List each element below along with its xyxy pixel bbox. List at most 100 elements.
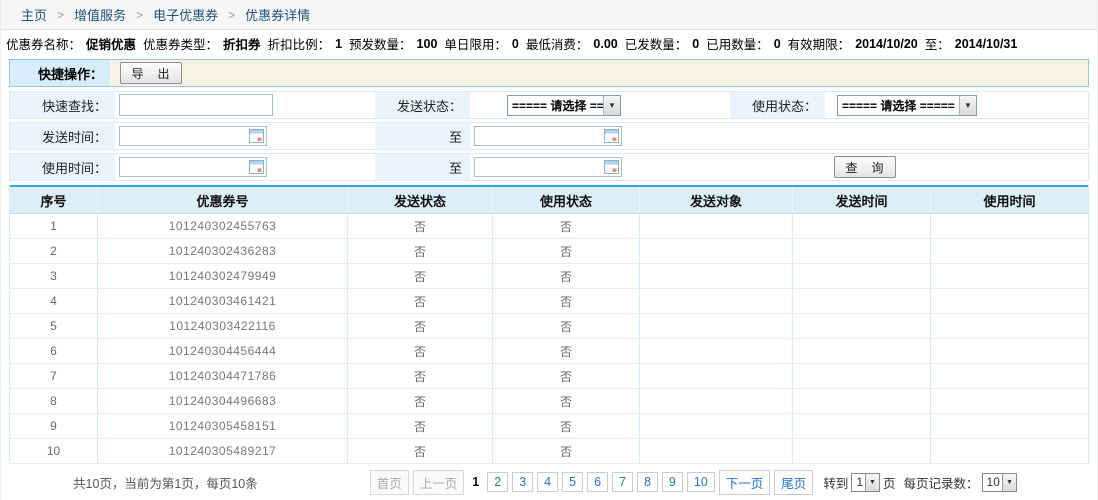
cell-index: 8 (10, 389, 97, 413)
send-status-select[interactable]: ===== 请选择 ===== ▼ (507, 95, 621, 116)
page-link-4[interactable]: 4 (537, 472, 558, 492)
info-valid-from: 有效期限：2014/10/20 (788, 34, 918, 53)
per-page-label: 每页记录数： (904, 473, 979, 492)
breadcrumb-coupon-detail: 优惠券详情 (245, 5, 310, 24)
send-time-from-input[interactable] (120, 127, 249, 145)
breadcrumb-home[interactable]: 主页 (21, 5, 47, 24)
info-value: 0.00 (593, 37, 617, 51)
info-label: 有效期限： (788, 34, 851, 53)
use-time-from-picker (119, 157, 267, 177)
breadcrumb-e-coupon[interactable]: 电子优惠券 (153, 5, 218, 24)
last-page-button[interactable]: 尾页 (774, 470, 813, 495)
page-link-3[interactable]: 3 (512, 472, 533, 492)
cell-send-status: 否 (347, 239, 492, 263)
info-label: 优惠券类型： (143, 34, 218, 53)
cell-use-time (930, 364, 1088, 388)
use-status-select[interactable]: ===== 请选择 ===== ▼ (837, 95, 977, 116)
use-time-from-cell (115, 154, 375, 180)
cell-coupon-no: 101240304496683 (97, 389, 347, 413)
table-row: 6 101240304456444 否 否 (10, 339, 1088, 364)
use-status-cell: ===== 请选择 ===== ▼ (825, 92, 1088, 118)
cell-use-time (930, 264, 1088, 288)
calendar-icon[interactable] (604, 160, 619, 174)
cell-index: 5 (10, 314, 97, 338)
page-link-6[interactable]: 6 (587, 472, 608, 492)
per-page-select[interactable]: 10 ▼ (982, 473, 1017, 492)
use-time-to-picker (474, 157, 622, 177)
table-row: 3 101240302479949 否 否 (10, 264, 1088, 289)
export-button[interactable]: 导 出 (120, 62, 182, 84)
use-status-selected-value: ===== 请选择 ===== (838, 97, 959, 114)
cell-send-time (792, 389, 930, 413)
cell-index: 3 (10, 264, 97, 288)
table-row: 8 101240304496683 否 否 (10, 389, 1088, 414)
cell-send-status: 否 (347, 364, 492, 388)
use-time-from-input[interactable] (120, 158, 249, 176)
page-link-2[interactable]: 2 (487, 472, 508, 492)
prev-page-button[interactable]: 上一页 (413, 470, 465, 495)
cell-coupon-no: 101240302479949 (97, 264, 347, 288)
search-button[interactable]: 查 询 (834, 156, 896, 178)
goto-page-suffix-label: 页 (883, 473, 896, 492)
cell-send-time (792, 239, 930, 263)
dropdown-arrow-icon: ▼ (603, 96, 620, 115)
info-label: 优惠券名称： (6, 34, 81, 53)
page-link-10[interactable]: 10 (687, 472, 715, 492)
send-time-to-picker (474, 126, 622, 146)
calendar-icon[interactable] (249, 129, 264, 143)
quick-search-cell (115, 92, 375, 118)
cell-use-status: 否 (492, 439, 639, 463)
info-label: 已发数量： (625, 34, 688, 53)
send-status-label: 发送状态： (375, 92, 470, 118)
per-page-selected-value: 10 (983, 475, 1002, 489)
breadcrumb-value-added-services[interactable]: 增值服务 (74, 5, 126, 24)
info-value: 1 (335, 37, 342, 51)
dropdown-arrow-icon: ▼ (1002, 474, 1016, 491)
info-discount-ratio: 折扣比例：1 (268, 34, 342, 53)
cell-index: 4 (10, 289, 97, 313)
info-daily-limit: 单日限用：0 (444, 34, 518, 53)
calendar-icon[interactable] (249, 160, 264, 174)
header-send-status: 发送状态 (347, 187, 492, 213)
cell-use-status: 否 (492, 214, 639, 238)
header-send-target: 发送对象 (639, 187, 792, 213)
cell-coupon-no: 101240302455763 (97, 214, 347, 238)
info-label: 预发数量： (349, 34, 412, 53)
cell-index: 7 (10, 364, 97, 388)
send-time-to-cell (470, 123, 730, 149)
filter-row-2: 发送时间： 至 (9, 122, 1089, 150)
cell-index: 2 (10, 239, 97, 263)
cell-send-target (639, 264, 792, 288)
send-time-to-input[interactable] (475, 127, 604, 145)
cell-send-time (792, 214, 930, 238)
cell-index: 1 (10, 214, 97, 238)
cell-send-target (639, 389, 792, 413)
page-link-7[interactable]: 7 (612, 472, 633, 492)
pagination: 共10页，当前为第1页，每页10条 首页 上一页 1 2 3 4 5 6 7 8… (1, 467, 1097, 497)
use-time-to-input[interactable] (475, 158, 604, 176)
cell-use-time (930, 214, 1088, 238)
cell-send-status: 否 (347, 339, 492, 363)
page-link-9[interactable]: 9 (662, 472, 683, 492)
cell-use-time (930, 339, 1088, 363)
quick-actions-label: 快捷操作： (10, 60, 110, 86)
dropdown-arrow-icon: ▼ (865, 474, 879, 491)
next-page-button[interactable]: 下一页 (719, 470, 771, 495)
page-link-5[interactable]: 5 (562, 472, 583, 492)
goto-page-select[interactable]: 1 ▼ (851, 473, 880, 492)
coupon-detail-page: 主页 > 增值服务 > 电子优惠券 > 优惠券详情 优惠券名称：促销优惠 优惠券… (0, 0, 1098, 500)
calendar-icon[interactable] (604, 129, 619, 143)
cell-use-status: 否 (492, 264, 639, 288)
breadcrumb: 主页 > 增值服务 > 电子优惠券 > 优惠券详情 (1, 0, 1097, 30)
cell-send-status: 否 (347, 314, 492, 338)
info-label: 最低消费： (526, 34, 589, 53)
cell-send-target (639, 239, 792, 263)
cell-use-status: 否 (492, 289, 639, 313)
first-page-button[interactable]: 首页 (370, 470, 409, 495)
cell-send-time (792, 264, 930, 288)
use-time-to-label: 至 (375, 154, 470, 180)
goto-page-label: 转到 (823, 473, 848, 492)
quick-search-input[interactable] (119, 94, 273, 116)
page-link-8[interactable]: 8 (637, 472, 658, 492)
cell-use-status: 否 (492, 364, 639, 388)
